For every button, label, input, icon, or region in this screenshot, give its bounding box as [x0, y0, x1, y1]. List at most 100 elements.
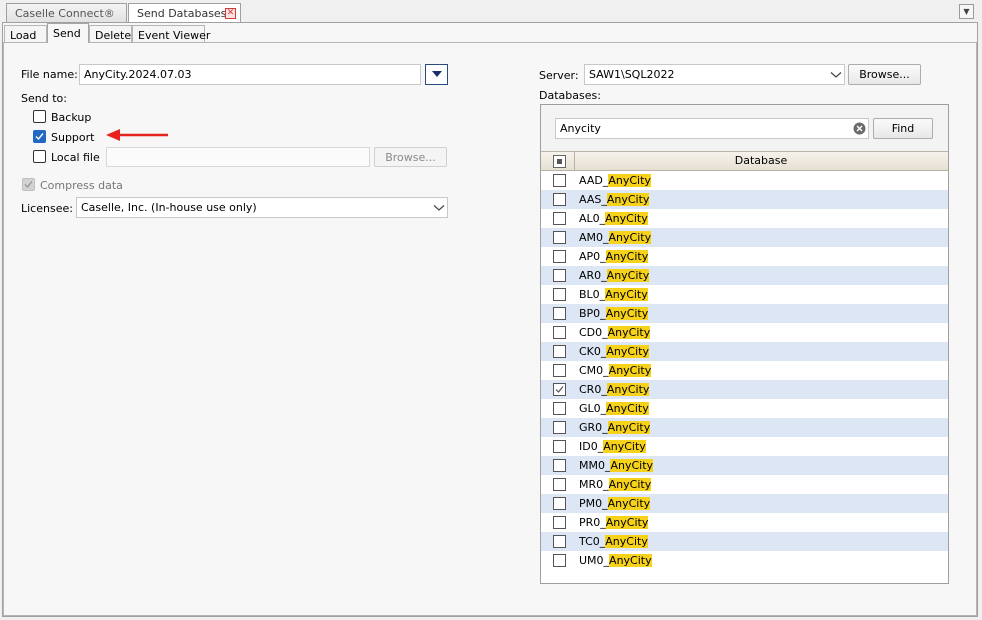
row-checkbox[interactable]	[553, 554, 566, 567]
arrow-left-annotation-icon	[106, 129, 168, 141]
table-row[interactable]: GL0_AnyCity	[541, 399, 948, 418]
clear-search-icon[interactable]	[853, 122, 866, 135]
tab-caselle-connect[interactable]: Caselle Connect®	[6, 3, 127, 22]
table-row[interactable]: AM0_AnyCity	[541, 228, 948, 247]
table-row[interactable]: AR0_AnyCity	[541, 266, 948, 285]
row-checkbox[interactable]	[553, 212, 566, 225]
column-header-database[interactable]: Database	[575, 154, 947, 167]
database-name: CR0_AnyCity	[579, 383, 650, 396]
database-prefix: AP0_	[579, 250, 606, 263]
row-checkbox[interactable]	[553, 383, 566, 396]
database-name: GR0_AnyCity	[579, 421, 651, 434]
row-checkbox[interactable]	[553, 250, 566, 263]
database-search-input[interactable]: Anycity	[555, 118, 869, 139]
database-prefix: PR0_	[579, 516, 606, 529]
table-row[interactable]: CR0_AnyCity	[541, 380, 948, 399]
row-checkbox[interactable]	[553, 307, 566, 320]
database-prefix: PM0_	[579, 497, 608, 510]
compress-data-checkbox[interactable]	[22, 178, 35, 191]
local-file-checkbox[interactable]	[33, 150, 46, 163]
row-checkbox[interactable]	[553, 193, 566, 206]
database-prefix: CD0_	[579, 326, 608, 339]
file-name-label: File name:	[21, 68, 78, 81]
table-row[interactable]: PM0_AnyCity	[541, 494, 948, 513]
table-row[interactable]: CM0_AnyCity	[541, 361, 948, 380]
table-row[interactable]: CD0_AnyCity	[541, 323, 948, 342]
table-row[interactable]: BL0_AnyCity	[541, 285, 948, 304]
server-browse-button[interactable]: Browse...	[848, 64, 921, 85]
search-match-highlight: AnyCity	[608, 364, 652, 377]
database-prefix: MM0_	[579, 459, 611, 472]
support-checkbox[interactable]	[33, 130, 46, 143]
database-prefix: CR0_	[579, 383, 607, 396]
row-checkbox[interactable]	[553, 174, 566, 187]
licensee-chevron-down-icon[interactable]	[433, 204, 445, 212]
local-file-browse-button[interactable]: Browse...	[374, 147, 447, 167]
tab-event-viewer-label: Event Viewer	[138, 29, 211, 42]
table-row[interactable]: MR0_AnyCity	[541, 475, 948, 494]
server-label: Server:	[539, 69, 579, 82]
database-prefix: GR0_	[579, 421, 608, 434]
table-row[interactable]: MM0_AnyCity	[541, 456, 948, 475]
table-row[interactable]: UM0_AnyCity	[541, 551, 948, 570]
local-file-path-input[interactable]	[106, 147, 370, 167]
row-checkbox[interactable]	[553, 231, 566, 244]
tab-event-viewer[interactable]: Event Viewer	[132, 25, 210, 43]
row-checkbox[interactable]	[553, 402, 566, 415]
row-checkbox[interactable]	[553, 535, 566, 548]
database-name: CM0_AnyCity	[579, 364, 652, 377]
server-chevron-down-icon[interactable]	[830, 71, 842, 79]
databases-label: Databases:	[539, 89, 601, 102]
tab-send-databases[interactable]: Send Databases ✕	[128, 3, 241, 23]
tab-send[interactable]: Send	[47, 23, 89, 43]
row-checkbox[interactable]	[553, 345, 566, 358]
database-name: MR0_AnyCity	[579, 478, 652, 491]
row-checkbox[interactable]	[553, 269, 566, 282]
local-file-label: Local file	[51, 151, 100, 164]
search-match-highlight: AnyCity	[607, 421, 651, 434]
table-row[interactable]: AAD_AnyCity	[541, 171, 948, 190]
search-match-highlight: AnyCity	[606, 383, 650, 396]
table-row[interactable]: GR0_AnyCity	[541, 418, 948, 437]
row-checkbox[interactable]	[553, 497, 566, 510]
licensee-select[interactable]: Caselle, Inc. (In-house use only)	[76, 197, 448, 218]
server-select[interactable]: SAW1\SQL2022	[584, 64, 845, 85]
tab-send-databases-label: Send Databases	[137, 7, 227, 20]
find-button[interactable]: Find	[873, 118, 933, 139]
database-grid-header: Database	[541, 151, 948, 171]
row-checkbox[interactable]	[553, 440, 566, 453]
table-row[interactable]: ID0_AnyCity	[541, 437, 948, 456]
search-match-highlight: AnyCity	[608, 231, 652, 244]
select-all-checkbox[interactable]	[553, 155, 566, 168]
row-checkbox[interactable]	[553, 459, 566, 472]
database-prefix: AR0_	[579, 269, 607, 282]
tab-delete[interactable]: Delete	[89, 25, 132, 43]
table-row[interactable]: CK0_AnyCity	[541, 342, 948, 361]
database-name: AP0_AnyCity	[579, 250, 649, 263]
tab-caselle-connect-label: Caselle Connect®	[15, 7, 115, 20]
row-checkbox[interactable]	[553, 288, 566, 301]
file-name-input[interactable]: AnyCity.2024.07.03	[79, 64, 421, 85]
table-row[interactable]: TC0_AnyCity	[541, 532, 948, 551]
row-checkbox[interactable]	[553, 326, 566, 339]
row-checkbox[interactable]	[553, 364, 566, 377]
search-match-highlight: AnyCity	[610, 459, 654, 472]
row-checkbox[interactable]	[553, 421, 566, 434]
support-label: Support	[51, 131, 95, 144]
table-row[interactable]: PR0_AnyCity	[541, 513, 948, 532]
file-name-dropdown-button[interactable]	[425, 64, 448, 85]
close-tab-icon[interactable]: ✕	[225, 8, 236, 19]
backup-checkbox[interactable]	[33, 110, 46, 123]
row-checkbox[interactable]	[553, 478, 566, 491]
search-match-highlight: AnyCity	[608, 174, 651, 187]
tab-menu-chevron-down-icon[interactable]: ▼	[959, 4, 974, 19]
database-prefix: AAD_	[579, 174, 609, 187]
tab-load[interactable]: Load	[4, 25, 47, 43]
table-row[interactable]: BP0_AnyCity	[541, 304, 948, 323]
table-row[interactable]: AL0_AnyCity	[541, 209, 948, 228]
tab-load-label: Load	[10, 29, 37, 42]
table-row[interactable]: AAS_AnyCity	[541, 190, 948, 209]
database-prefix: BL0_	[579, 288, 606, 301]
row-checkbox[interactable]	[553, 516, 566, 529]
table-row[interactable]: AP0_AnyCity	[541, 247, 948, 266]
